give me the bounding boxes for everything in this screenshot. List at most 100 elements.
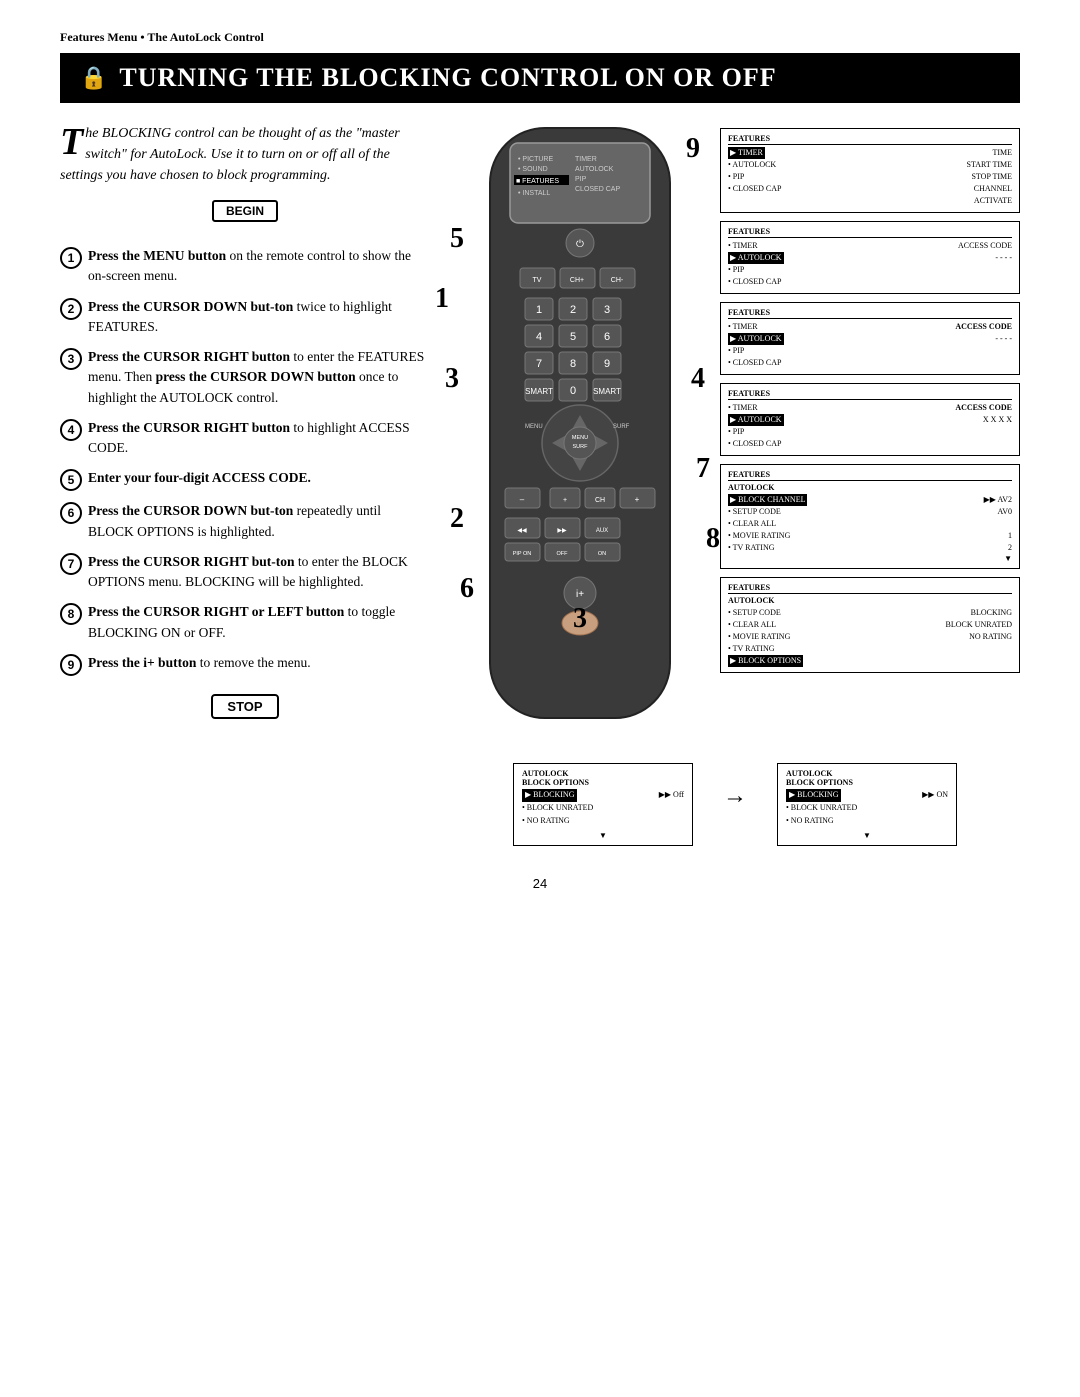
panel-5-val-5: 2: [1008, 542, 1012, 554]
panel-6-row-3: • MOVIE RATINGNO RATING: [728, 631, 1012, 643]
callout-4: 4: [691, 363, 705, 395]
svg-text:SMART: SMART: [525, 387, 553, 396]
svg-text:i+: i+: [576, 589, 584, 600]
callout-9: 9: [686, 133, 700, 165]
panel-5-title: FEATURES: [728, 470, 1012, 481]
page-number: 24: [60, 876, 1020, 891]
panel-3-val-2: - - - -: [995, 333, 1012, 345]
step-num-8: 8: [60, 603, 82, 625]
panel-4-label-1: • TIMER: [728, 402, 758, 414]
step-num-6: 6: [60, 502, 82, 524]
panel-2-val-1: ACCESS CODE: [958, 240, 1012, 252]
svg-text:• PICTURE: • PICTURE: [518, 156, 553, 163]
panel-1-row-5: ACTIVATE: [728, 195, 1012, 207]
panel-2-label-2: ▶ AUTOLOCK: [728, 252, 784, 264]
bottom-panel-on: AUTOLOCK BLOCK OPTIONS ▶ BLOCKING▶▶ ON •…: [777, 763, 957, 846]
panel-1-val-3: STOP TIME: [971, 171, 1012, 183]
bp-on-row-1: ▶ BLOCKING▶▶ ON: [786, 789, 948, 802]
step-5: 5 Enter your four-digit ACCESS CODE.: [60, 468, 430, 491]
panel-6-title: FEATURES: [728, 583, 1012, 594]
step-text-3: Press the CURSOR RIGHT button to enter t…: [88, 347, 430, 408]
step-4: 4 Press the CURSOR RIGHT button to highl…: [60, 418, 430, 459]
intro-text: The BLOCKING control can be thought of a…: [60, 123, 430, 186]
step-1: 1 Press the MENU button on the remote co…: [60, 246, 430, 287]
panel-3-label-4: • CLOSED CAP: [728, 357, 781, 369]
panel-5-arrow: ▼: [728, 554, 1012, 563]
svg-text:TIMER: TIMER: [575, 156, 597, 163]
panel-3-title: FEATURES: [728, 308, 1012, 319]
panel-5-row-2: • SETUP CODEAV0: [728, 506, 1012, 518]
panel-4-val-2: X X X X: [983, 414, 1012, 426]
svg-text:TV: TV: [533, 277, 542, 284]
step-6: 6 Press the CURSOR DOWN but-ton repeated…: [60, 501, 430, 542]
svg-text:1: 1: [536, 304, 542, 316]
svg-text:3: 3: [604, 304, 610, 316]
panel-4-row-1: • TIMER ACCESS CODE: [728, 402, 1012, 414]
bp-off-title: AUTOLOCK: [522, 769, 684, 778]
panel-4: FEATURES • TIMERACCESS CODE ▶ AUTOLOCKX …: [720, 383, 1020, 456]
svg-text:▶▶: ▶▶: [557, 528, 567, 534]
begin-wrap: BEGIN: [60, 200, 430, 234]
svg-text:ON: ON: [598, 551, 606, 557]
svg-text:7: 7: [536, 358, 542, 370]
panel-6-val-3: NO RATING: [969, 631, 1012, 643]
bp-on-row-3: • NO RATING: [786, 815, 948, 828]
bp-off-subtitle: BLOCK OPTIONS: [522, 778, 684, 787]
step-num-2: 2: [60, 298, 82, 320]
step-8: 8 Press the CURSOR RIGHT or LEFT button …: [60, 602, 430, 643]
svg-text:AUX: AUX: [596, 528, 608, 534]
panel-1-label-2: • AUTOLOCK: [728, 159, 776, 171]
panel-4-label-4: • CLOSED CAP: [728, 438, 781, 450]
step-num-4: 4: [60, 419, 82, 441]
header-label: Features Menu • The AutoLock Control: [60, 30, 1020, 45]
panel-5-val-1: ▶▶ AV2: [984, 494, 1012, 506]
panel-6-label-4: • TV RATING: [728, 643, 775, 655]
panel-1-row-1: ▶ TIMERTIME: [728, 147, 1012, 159]
panel-5-row-1: ▶ BLOCK CHANNEL▶▶ AV2: [728, 494, 1012, 506]
panel-3-label-3: • PIP: [728, 345, 744, 357]
step-text-7: Press the CURSOR RIGHT but-ton to enter …: [88, 552, 430, 593]
panel-1: FEATURES ▶ TIMERTIME • AUTOLOCKSTART TIM…: [720, 128, 1020, 213]
svg-text:2: 2: [570, 304, 576, 316]
panel-4-label-2: ▶ AUTOLOCK: [728, 414, 784, 426]
bp-off-row-3: • NO RATING: [522, 815, 684, 828]
step-num-7: 7: [60, 553, 82, 575]
svg-text:MENU: MENU: [525, 424, 543, 430]
panel-1-label-1: ▶ TIMER: [728, 147, 765, 159]
panel-5-label-5: • TV RATING: [728, 542, 775, 554]
panel-3-row-2: ▶ AUTOLOCK - - - -: [728, 333, 1012, 345]
panel-3-val-1: ACCESS CODE: [955, 321, 1012, 333]
panel-1-val-5: ACTIVATE: [974, 195, 1012, 207]
page-title: Turning the Blocking Control On or Off: [119, 63, 776, 93]
panel-3-row-1: • TIMERACCESS CODE: [728, 321, 1012, 333]
svg-text:■ FEATURES: ■ FEATURES: [516, 178, 559, 185]
bp-off-label-3: • NO RATING: [522, 815, 570, 828]
panel-1-label-3: • PIP: [728, 171, 744, 183]
svg-text:CH-: CH-: [611, 277, 624, 284]
svg-text:◀◀: ◀◀: [517, 528, 527, 534]
bp-on-arrow: ▼: [786, 831, 948, 840]
panel-6-label-1: • SETUP CODE: [728, 607, 781, 619]
bottom-panel-off: AUTOLOCK BLOCK OPTIONS ▶ BLOCKING▶▶ Off …: [513, 763, 693, 846]
svg-text:0: 0: [570, 385, 576, 397]
svg-text:SMART: SMART: [593, 387, 621, 396]
step-2: 2 Press the CURSOR DOWN but-ton twice to…: [60, 297, 430, 338]
panel-1-label-4: • CLOSED CAP: [728, 183, 781, 195]
bp-on-title: AUTOLOCK: [786, 769, 948, 778]
panel-5-subtitle: AUTOLOCK: [728, 483, 1012, 492]
panel-4-row-2: ▶ AUTOLOCK X X X X: [728, 414, 1012, 426]
panel-6-subtitle: AUTOLOCK: [728, 596, 1012, 605]
remote-area: 9 5 1 3 4 7 8 6 3 2: [450, 123, 710, 748]
panel-3-label-2: ▶ AUTOLOCK: [728, 333, 784, 345]
panel-4-val-1: ACCESS CODE: [955, 402, 1012, 414]
bp-off-row-2: • BLOCK UNRATED: [522, 802, 684, 815]
panel-2-label-1: • TIMER: [728, 240, 758, 252]
stop-button: STOP: [211, 694, 278, 719]
panel-2-val-2: - - - -: [995, 252, 1012, 264]
panel-5-row-4: • MOVIE RATING1: [728, 530, 1012, 542]
svg-text:SURF: SURF: [613, 424, 630, 430]
panel-1-val-2: START TIME: [967, 159, 1012, 171]
svg-text:6: 6: [604, 331, 610, 343]
callout-2-bottom: 2: [450, 503, 464, 535]
page: Features Menu • The AutoLock Control 🔒 T…: [0, 0, 1080, 1397]
